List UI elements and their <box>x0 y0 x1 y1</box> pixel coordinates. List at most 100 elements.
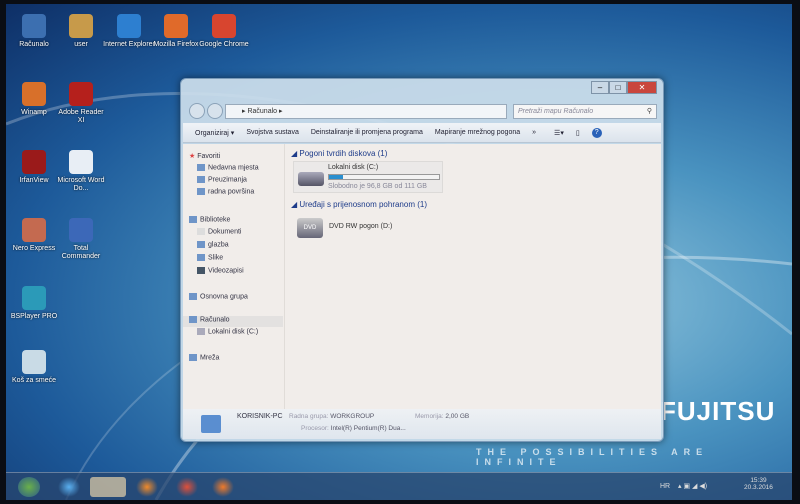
help-icon[interactable]: ? <box>591 127 602 138</box>
view-options-icon[interactable]: ☰▾ <box>554 129 564 137</box>
hard-drive-icon <box>298 172 324 186</box>
homegroup-icon <box>189 293 197 300</box>
app-icon <box>69 150 93 174</box>
nav-favorites[interactable]: ★ Favoriti <box>189 152 220 160</box>
breadcrumb-computer[interactable]: Računalo <box>247 108 277 115</box>
nav-music[interactable]: glazba <box>197 241 229 248</box>
clock[interactable]: 15:39 20.3.2016 <box>744 477 773 491</box>
nav-local-disk[interactable]: Lokalni disk (C:) <box>197 328 258 335</box>
search-placeholder: Pretraži mapu Računalo <box>518 108 594 115</box>
app-icon <box>22 218 46 242</box>
computer-icon <box>189 316 197 323</box>
minimize-button[interactable]: – <box>591 81 609 94</box>
desktop-icon-label: Mozilla Firefox <box>153 41 199 48</box>
pictures-icon <box>197 254 205 261</box>
desktop-icon-bsplayer-pro[interactable]: BSPlayer PRO <box>8 286 60 321</box>
organize-button[interactable]: Organiziraj ▾ <box>195 129 234 137</box>
app-icon <box>22 82 46 106</box>
taskbar-chrome-icon[interactable] <box>176 477 198 497</box>
taskbar-ie-icon[interactable] <box>58 477 80 497</box>
maximize-button[interactable]: □ <box>609 81 627 94</box>
desktop-icon-user[interactable]: user <box>55 14 107 49</box>
nav-documents[interactable]: Dokumenti <box>197 228 241 235</box>
taskbar-firefox-icon[interactable] <box>212 477 234 497</box>
start-button[interactable] <box>18 477 40 497</box>
nav-desktop[interactable]: radna površina <box>197 188 254 195</box>
map-network-drive-button[interactable]: Mapiranje mrežnog pogona <box>435 129 520 136</box>
desktop-icon-nero-express[interactable]: Nero Express <box>8 218 60 253</box>
nav-homegroup[interactable]: Osnovna grupa <box>189 293 248 300</box>
desktop-icon-label: Total Commander <box>61 245 101 260</box>
nav-videos[interactable]: Videozapisi <box>197 267 244 274</box>
group-hard-drives[interactable]: ◢ Pogoni tvrdih diskova (1) <box>291 149 387 158</box>
address-bar[interactable]: ▸ Računalo ▸ <box>225 104 507 119</box>
desktop-icon-label: Microsoft Word Do... <box>57 177 105 192</box>
desktop-icon-label: Google Chrome <box>199 41 249 48</box>
group-removable[interactable]: ◢ Uređaji s prijenosnom pohranom (1) <box>291 200 427 209</box>
memory-row: Memorija: 2,00 GB <box>415 413 470 420</box>
desktop: Računalo user Internet Explorer Mozilla Fir… <box>6 4 792 500</box>
app-icon <box>69 14 93 38</box>
app-icon <box>212 14 236 38</box>
nav-pictures[interactable]: Slike <box>197 254 223 261</box>
libraries-icon <box>189 216 197 223</box>
search-icon: ⚲ <box>646 108 652 115</box>
forward-button[interactable] <box>207 103 223 119</box>
desktop-icon-label: Nero Express <box>12 245 56 252</box>
desktop-icon-label: Adobe Reader XI <box>58 109 104 124</box>
desktop-icon-microsoft-word-do-[interactable]: Microsoft Word Do... <box>55 150 107 193</box>
slogan: THE POSSIBILITIES ARE INFINITE <box>476 447 709 467</box>
desktop-icon <box>197 188 205 195</box>
fujitsu-logo: FUJITSU <box>660 396 776 426</box>
desktop-icon-total-commander[interactable]: Total Commander <box>55 218 107 261</box>
taskbar: HR ▴ ▣ ◢ ◀) 15:39 20.3.2016 <box>6 472 792 500</box>
app-icon <box>164 14 188 38</box>
clock-date: 20.3.2016 <box>744 484 773 491</box>
computer-name: KORISNIK-PC <box>237 413 283 420</box>
system-properties-button[interactable]: Svojstva sustava <box>246 129 299 136</box>
language-indicator[interactable]: HR <box>660 483 670 490</box>
details-pane: KORISNIK-PC Radna grupa: WORKGROUP Memor… <box>183 409 661 439</box>
documents-icon <box>197 228 205 235</box>
drive-d-name: DVD RW pogon (D:) <box>329 223 393 230</box>
desktop-icon-mozilla-firefox[interactable]: Mozilla Firefox <box>150 14 202 49</box>
more-button[interactable]: » <box>532 129 536 136</box>
back-button[interactable] <box>189 103 205 119</box>
drive-c-tile[interactable]: Lokalni disk (C:) Slobodno je 96,8 GB od… <box>293 161 443 193</box>
tray-icons[interactable]: ▴ ▣ ◢ ◀) <box>678 482 707 490</box>
network-icon <box>189 354 197 361</box>
close-button[interactable]: ✕ <box>627 81 657 94</box>
search-input[interactable]: Pretraži mapu Računalo ⚲ <box>513 104 657 119</box>
uninstall-program-button[interactable]: Deinstaliranje ili promjena programa <box>311 129 423 136</box>
drive-c-name: Lokalni disk (C:) <box>328 164 379 171</box>
desktop-icon-ra-unalo[interactable]: Računalo <box>8 14 60 49</box>
app-icon <box>22 14 46 38</box>
desktop-icon-google-chrome[interactable]: Google Chrome <box>198 14 250 49</box>
app-icon <box>22 150 46 174</box>
desktop-icon-label: Winamp <box>21 109 47 116</box>
nav-libraries[interactable]: Biblioteke <box>189 216 230 223</box>
desktop-icon-label: user <box>74 41 88 48</box>
desktop-icon-irfanview[interactable]: IrfanView <box>8 150 60 185</box>
desktop-icon-label: Internet Explorer <box>103 41 155 48</box>
navigation-pane: ★ Favoriti Nedavna mjesta Preuzimanja ra… <box>183 144 285 409</box>
app-icon <box>22 286 46 310</box>
drive-d-tile[interactable]: DVD DVD RW pogon (D:) <box>293 216 413 242</box>
music-icon <box>197 241 205 248</box>
videos-icon <box>197 267 205 274</box>
desktop-icon-internet-explorer[interactable]: Internet Explorer <box>103 14 155 49</box>
desktop-icon-winamp[interactable]: Winamp <box>8 82 60 117</box>
desktop-icon-ko-za-sme-e[interactable]: Koš za smeće <box>8 350 60 385</box>
processor-row: Procesor: Intel(R) Pentium(R) Dua... <box>301 425 406 432</box>
nav-recent[interactable]: Nedavna mjesta <box>197 164 259 171</box>
dvd-drive-icon: DVD <box>297 218 323 238</box>
disk-icon <box>197 328 205 335</box>
preview-pane-icon[interactable]: ▯ <box>576 129 580 137</box>
app-icon <box>69 218 93 242</box>
nav-downloads[interactable]: Preuzimanja <box>197 176 247 183</box>
taskbar-media-player-icon[interactable] <box>136 477 158 497</box>
taskbar-explorer-icon[interactable] <box>90 477 126 497</box>
desktop-icon-adobe-reader-xi[interactable]: Adobe Reader XI <box>55 82 107 125</box>
nav-network[interactable]: Mreža <box>189 354 219 361</box>
nav-computer[interactable]: Računalo <box>183 316 283 327</box>
